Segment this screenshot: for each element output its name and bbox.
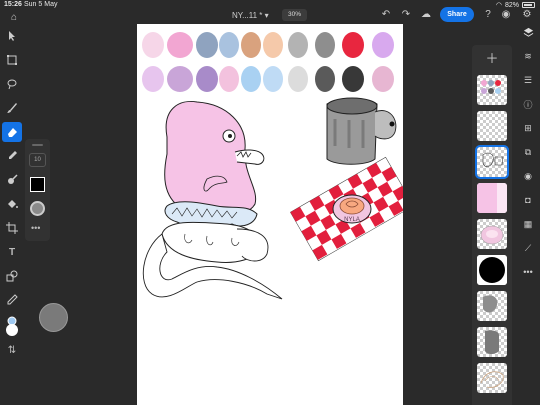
more-layer-options-icon[interactable]: •••: [522, 266, 534, 278]
group-icon[interactable]: ⧉: [522, 146, 534, 158]
layer-stack-icon[interactable]: ≋: [522, 50, 534, 62]
touch-modifier-button[interactable]: [39, 303, 68, 332]
palette-swatch: [288, 32, 308, 58]
mug-drawing: [326, 97, 397, 165]
color-palette-swatches: [142, 32, 394, 92]
document-title[interactable]: NY...11 * ▾: [232, 11, 269, 20]
palette-swatch: [372, 32, 394, 58]
settings-icon[interactable]: ⚙: [521, 9, 533, 21]
crop-icon[interactable]: [2, 218, 22, 238]
palette-swatch: [219, 66, 239, 92]
palette-swatch: [342, 66, 364, 92]
fill-icon[interactable]: [2, 194, 22, 214]
layer-thumbnail-checker[interactable]: [477, 111, 507, 141]
user-icon[interactable]: ◉: [500, 9, 512, 21]
liquify-icon[interactable]: [2, 170, 22, 190]
adjustments-icon[interactable]: ☰: [522, 74, 534, 86]
brush-icon[interactable]: [2, 98, 22, 118]
palette-swatch: [241, 32, 261, 58]
smudge-icon[interactable]: [2, 146, 22, 166]
undo-icon[interactable]: ↶: [380, 9, 392, 21]
share-button[interactable]: Share: [440, 7, 474, 22]
help-icon[interactable]: ?: [482, 9, 494, 21]
app-window: 15:26 Sun 5 May ◠ 82% ⌂ NY...11 * ▾ 30% …: [0, 0, 540, 405]
palette-swatch: [315, 66, 335, 92]
eraser-icon[interactable]: [2, 122, 22, 142]
palette-swatch: [372, 66, 394, 92]
palette-swatch: [167, 32, 193, 58]
secondary-color-swatch[interactable]: [6, 324, 18, 336]
palette-swatch: [219, 32, 239, 58]
redo-icon[interactable]: ↷: [400, 9, 412, 21]
right-properties-toolbar: ≋ ☰ ⓘ ⊞ ⧉ ◉ ◘ ▦ ⟋ •••: [516, 22, 540, 405]
brush-opacity-control[interactable]: [30, 201, 45, 216]
brush-settings-panel: 10 •••: [25, 139, 50, 241]
layer-thumbnail-grey-shape[interactable]: [477, 291, 507, 321]
layer-thumbnail-plate[interactable]: [477, 219, 507, 249]
layer-thumbnail-grey-mug[interactable]: [477, 327, 507, 357]
palette-swatch: [263, 66, 283, 92]
canvas[interactable]: NYLA: [137, 24, 403, 405]
transform-icon[interactable]: [2, 50, 22, 70]
palette-swatch: [196, 32, 218, 58]
layer-thumbnail-sketch[interactable]: [477, 363, 507, 393]
layer-thumbnail-lines[interactable]: [475, 145, 509, 179]
layer-thumbnail-swatches[interactable]: [477, 75, 507, 105]
add-layer-icon[interactable]: ＋: [485, 52, 499, 66]
lasso-icon[interactable]: [2, 74, 22, 94]
palette-swatch: [196, 66, 218, 92]
shape-icon[interactable]: [2, 266, 22, 286]
palette-swatch: [167, 66, 193, 92]
layers-icon[interactable]: [522, 26, 534, 38]
layer-thumbnail-black[interactable]: [477, 255, 507, 285]
mask-icon[interactable]: ◘: [522, 194, 534, 206]
info-icon[interactable]: ⓘ: [522, 98, 534, 110]
creature-drawing: [142, 100, 283, 300]
swap-colors-icon[interactable]: ⇅: [2, 340, 22, 360]
eyedropper-icon[interactable]: [2, 290, 22, 310]
left-toolbar: T ⇅: [0, 22, 24, 405]
add-mask-icon[interactable]: ⊞: [522, 122, 534, 134]
zoom-level[interactable]: 30%: [282, 9, 307, 21]
picnic-cloth-drawing: NYLA: [290, 156, 403, 262]
visibility-icon[interactable]: ◉: [522, 170, 534, 182]
panel-grip[interactable]: [32, 144, 43, 146]
artwork: NYLA: [142, 32, 403, 300]
palette-swatch: [288, 66, 308, 92]
cloud-icon[interactable]: ☁: [420, 9, 432, 21]
palette-swatch: [315, 32, 335, 58]
brush-size-field[interactable]: 10: [29, 153, 46, 167]
layers-panel: ＋: [472, 45, 512, 405]
select-icon[interactable]: [2, 26, 22, 46]
palette-swatch: [241, 66, 261, 92]
palette-swatch: [142, 32, 164, 58]
layer-thumbnail-pink[interactable]: [477, 183, 507, 213]
text-icon[interactable]: T: [2, 242, 22, 262]
active-color-swatch[interactable]: [30, 177, 45, 192]
plate-text: NYLA: [344, 217, 360, 223]
palette-swatch: [263, 32, 283, 58]
palette-swatch: [342, 32, 364, 58]
delete-layer-icon[interactable]: ▦: [522, 218, 534, 230]
more-options-icon[interactable]: •••: [31, 223, 40, 233]
palette-swatch: [142, 66, 164, 92]
brush-layer-icon[interactable]: ⟋: [522, 242, 534, 254]
document-title-text: NY...11 *: [232, 11, 263, 20]
